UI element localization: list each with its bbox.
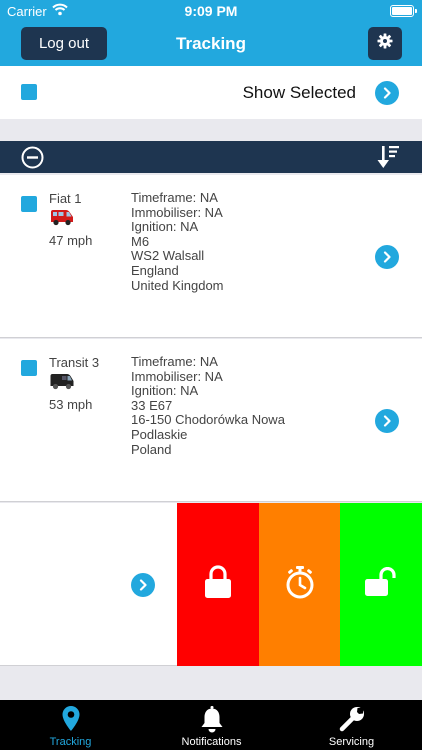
address-line: Poland [131, 441, 172, 457]
vehicle-speed: 53 mph [49, 397, 93, 412]
collapse-minus-icon[interactable] [21, 146, 44, 174]
tab-servicing[interactable]: Servicing [281, 700, 422, 750]
immobiliser-text: Immobiliser: NA [131, 368, 223, 384]
vehicle-info: Timeframe: NA Immobiliser: NA Ignition: … [131, 190, 224, 293]
logout-button[interactable]: Log out [21, 27, 107, 60]
nav-bar: Log out Tracking [0, 22, 422, 66]
unlock-icon [364, 566, 398, 602]
address-line: M6 [131, 233, 150, 249]
tab-bar: Tracking Notifications Servicing [0, 700, 422, 750]
immobiliser-text: Immobiliser: NA [131, 204, 223, 220]
timer-button[interactable] [259, 503, 340, 666]
wrench-icon [338, 705, 366, 738]
ignition-text: Ignition: NA [131, 383, 199, 399]
vehicle-checkbox[interactable] [21, 360, 37, 376]
gear-icon [377, 33, 393, 54]
lock-button[interactable] [177, 503, 259, 666]
black-van-icon [49, 372, 75, 395]
show-selected-label: Show Selected [242, 83, 356, 102]
swiped-vehicle-row[interactable] [0, 503, 422, 666]
address-line: 16-150 Chodorówka Nowa [131, 412, 285, 428]
tab-label: Notifications [181, 736, 242, 748]
bell-icon [200, 705, 224, 738]
tab-label: Servicing [328, 736, 375, 748]
vehicle-checkbox[interactable] [21, 196, 37, 212]
vehicle-row[interactable]: Transit 3 53 mph Timeframe: NA Immobilis… [0, 339, 422, 502]
lock-icon [204, 565, 232, 604]
tab-label: Tracking [49, 736, 92, 748]
battery-icon [390, 5, 417, 17]
show-selected-checkbox[interactable] [21, 84, 37, 100]
timer-icon [284, 565, 316, 604]
unlock-button[interactable] [340, 503, 422, 666]
address-line: WS2 Walsall [131, 248, 205, 264]
address-line: Podlaskie [131, 426, 188, 442]
sort-icon[interactable] [377, 144, 401, 175]
show-selected-chevron-button[interactable] [375, 81, 399, 105]
show-selected-row: Show Selected [0, 66, 422, 119]
vehicle-row[interactable]: Fiat 1 47 mph Timeframe: NA Immobiliser:… [0, 175, 422, 338]
status-time: 9:09 PM [184, 3, 238, 19]
address-line: England [131, 262, 179, 278]
red-van-icon [49, 208, 75, 231]
status-bar: Carrier 9:09 PM [0, 0, 422, 22]
vehicle-chevron-button[interactable] [131, 573, 155, 597]
vehicle-chevron-button[interactable] [375, 409, 399, 433]
timeframe-text: Timeframe: NA [131, 354, 218, 369]
filter-bar [0, 141, 422, 173]
vehicle-chevron-button[interactable] [375, 245, 399, 269]
ignition-text: Ignition: NA [131, 219, 199, 235]
tab-tracking[interactable]: Tracking [0, 700, 141, 750]
tab-notifications[interactable]: Notifications [141, 700, 282, 750]
vehicle-name: Fiat 1 [49, 191, 82, 206]
vehicle-info: Timeframe: NA Immobiliser: NA Ignition: … [131, 354, 285, 457]
timeframe-text: Timeframe: NA [131, 190, 218, 205]
vehicle-name: Transit 3 [49, 355, 100, 370]
map-pin-icon [61, 705, 81, 738]
address-line: United Kingdom [131, 277, 224, 293]
address-line: 33 E67 [131, 397, 173, 413]
vehicle-speed: 47 mph [49, 233, 93, 248]
settings-button[interactable] [368, 27, 402, 60]
